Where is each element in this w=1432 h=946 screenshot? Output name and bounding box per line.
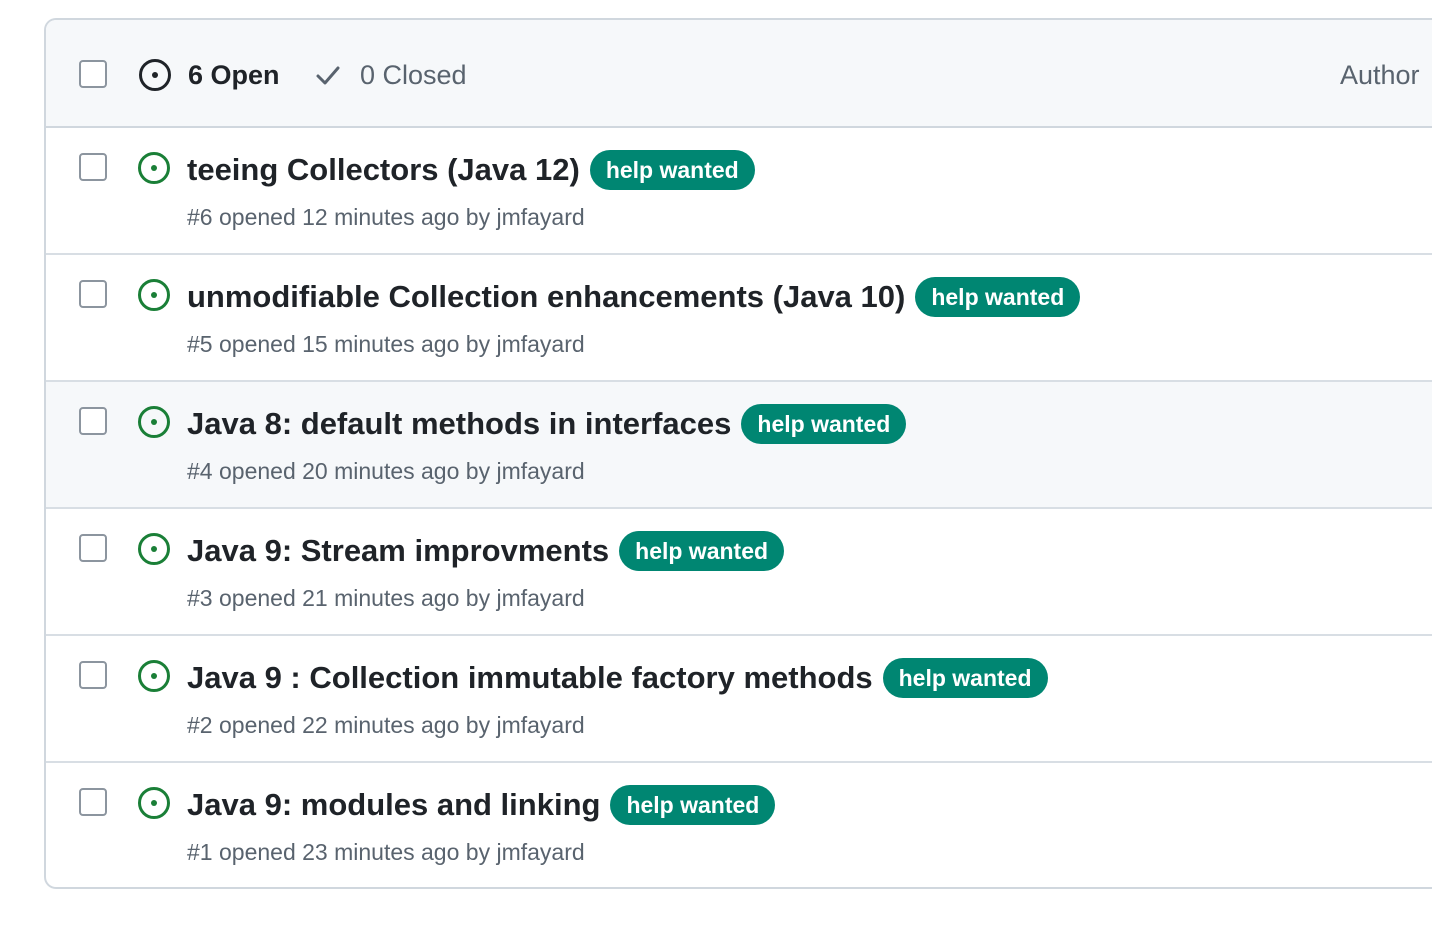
issues-list-header: 6 Open 0 Closed Author <box>46 20 1432 128</box>
issue-opened-icon <box>138 787 170 819</box>
issue-opened-icon <box>139 59 171 91</box>
open-issues-count: 6 Open <box>188 59 280 90</box>
issue-number: #3 <box>187 585 213 611</box>
help-wanted-label[interactable]: help wanted <box>915 277 1081 317</box>
author-filter-dropdown[interactable]: Author <box>1340 60 1420 91</box>
issue-author-link[interactable]: jmfayard <box>496 712 584 738</box>
issue-title-link[interactable]: Java 9 : Collection immutable factory me… <box>187 660 873 696</box>
issue-title-line: teeing Collectors (Java 12) help wanted <box>187 148 755 192</box>
issue-opened-text: opened 22 minutes ago by <box>218 712 491 738</box>
issue-meta: #3 opened 21 minutes ago by jmfayard <box>187 585 585 612</box>
check-icon <box>316 66 340 85</box>
issue-opened-text: opened 23 minutes ago by <box>218 839 491 865</box>
issue-opened-text: opened 12 minutes ago by <box>218 204 491 230</box>
issue-title-line: Java 9: Stream improvments help wanted <box>187 529 785 573</box>
issue-row: Java 8: default methods in interfaces he… <box>46 382 1432 509</box>
closed-issues-count: 0 Closed <box>360 59 467 90</box>
issue-row: Java 9: modules and linking help wanted … <box>46 763 1432 887</box>
issue-number: #5 <box>187 331 213 357</box>
issue-title-link[interactable]: unmodifiable Collection enhancements (Ja… <box>187 279 905 315</box>
closed-issues-tab[interactable]: 0 Closed <box>314 58 467 92</box>
issue-number: #4 <box>187 458 213 484</box>
issue-title-link[interactable]: Java 9: modules and linking <box>187 787 600 823</box>
issue-author-link[interactable]: jmfayard <box>496 585 584 611</box>
help-wanted-label[interactable]: help wanted <box>619 531 785 571</box>
issue-title-link[interactable]: Java 8: default methods in interfaces <box>187 406 731 442</box>
issue-meta: #5 opened 15 minutes ago by jmfayard <box>187 331 585 358</box>
issue-meta: #1 opened 23 minutes ago by jmfayard <box>187 839 585 866</box>
issue-opened-text: opened 15 minutes ago by <box>218 331 491 357</box>
issue-title-line: Java 8: default methods in interfaces he… <box>187 402 907 446</box>
issue-author-link[interactable]: jmfayard <box>496 204 584 230</box>
issue-opened-text: opened 20 minutes ago by <box>218 458 491 484</box>
issue-opened-icon <box>138 279 170 311</box>
help-wanted-label[interactable]: help wanted <box>741 404 907 444</box>
help-wanted-label[interactable]: help wanted <box>882 658 1048 698</box>
issue-checkbox[interactable] <box>79 788 107 816</box>
issue-checkbox[interactable] <box>79 661 107 689</box>
open-issues-tab[interactable]: 6 Open <box>138 58 280 92</box>
issue-title-line: unmodifiable Collection enhancements (Ja… <box>187 275 1081 319</box>
issue-title-line: Java 9: modules and linking help wanted <box>187 783 776 827</box>
issue-meta: #6 opened 12 minutes ago by jmfayard <box>187 204 585 231</box>
help-wanted-label[interactable]: help wanted <box>589 150 755 190</box>
issue-row: Java 9: Stream improvments help wanted #… <box>46 509 1432 636</box>
issues-list: 6 Open 0 Closed Author teeing Collectors… <box>44 18 1432 889</box>
issue-row: Java 9 : Collection immutable factory me… <box>46 636 1432 763</box>
issue-author-link[interactable]: jmfayard <box>496 839 584 865</box>
issue-row: unmodifiable Collection enhancements (Ja… <box>46 255 1432 382</box>
issue-opened-text: opened 21 minutes ago by <box>218 585 491 611</box>
issue-opened-icon <box>138 660 170 692</box>
issue-row: teeing Collectors (Java 12) help wanted … <box>46 128 1432 255</box>
issue-meta: #4 opened 20 minutes ago by jmfayard <box>187 458 585 485</box>
issue-author-link[interactable]: jmfayard <box>496 331 584 357</box>
issue-opened-icon <box>138 406 170 438</box>
issue-title-link[interactable]: teeing Collectors (Java 12) <box>187 152 580 188</box>
issue-meta: #2 opened 22 minutes ago by jmfayard <box>187 712 585 739</box>
issue-checkbox[interactable] <box>79 153 107 181</box>
select-all-checkbox[interactable] <box>79 60 107 88</box>
issue-number: #6 <box>187 204 213 230</box>
issue-author-link[interactable]: jmfayard <box>496 458 584 484</box>
issue-number: #2 <box>187 712 213 738</box>
issue-checkbox[interactable] <box>79 534 107 562</box>
issue-checkbox[interactable] <box>79 407 107 435</box>
issue-checkbox[interactable] <box>79 280 107 308</box>
issue-opened-icon <box>138 152 170 184</box>
issue-number: #1 <box>187 839 213 865</box>
issue-title-line: Java 9 : Collection immutable factory me… <box>187 656 1048 700</box>
issue-opened-icon <box>138 533 170 565</box>
help-wanted-label[interactable]: help wanted <box>610 785 776 825</box>
issue-title-link[interactable]: Java 9: Stream improvments <box>187 533 609 569</box>
issue-rows: teeing Collectors (Java 12) help wanted … <box>46 128 1432 887</box>
